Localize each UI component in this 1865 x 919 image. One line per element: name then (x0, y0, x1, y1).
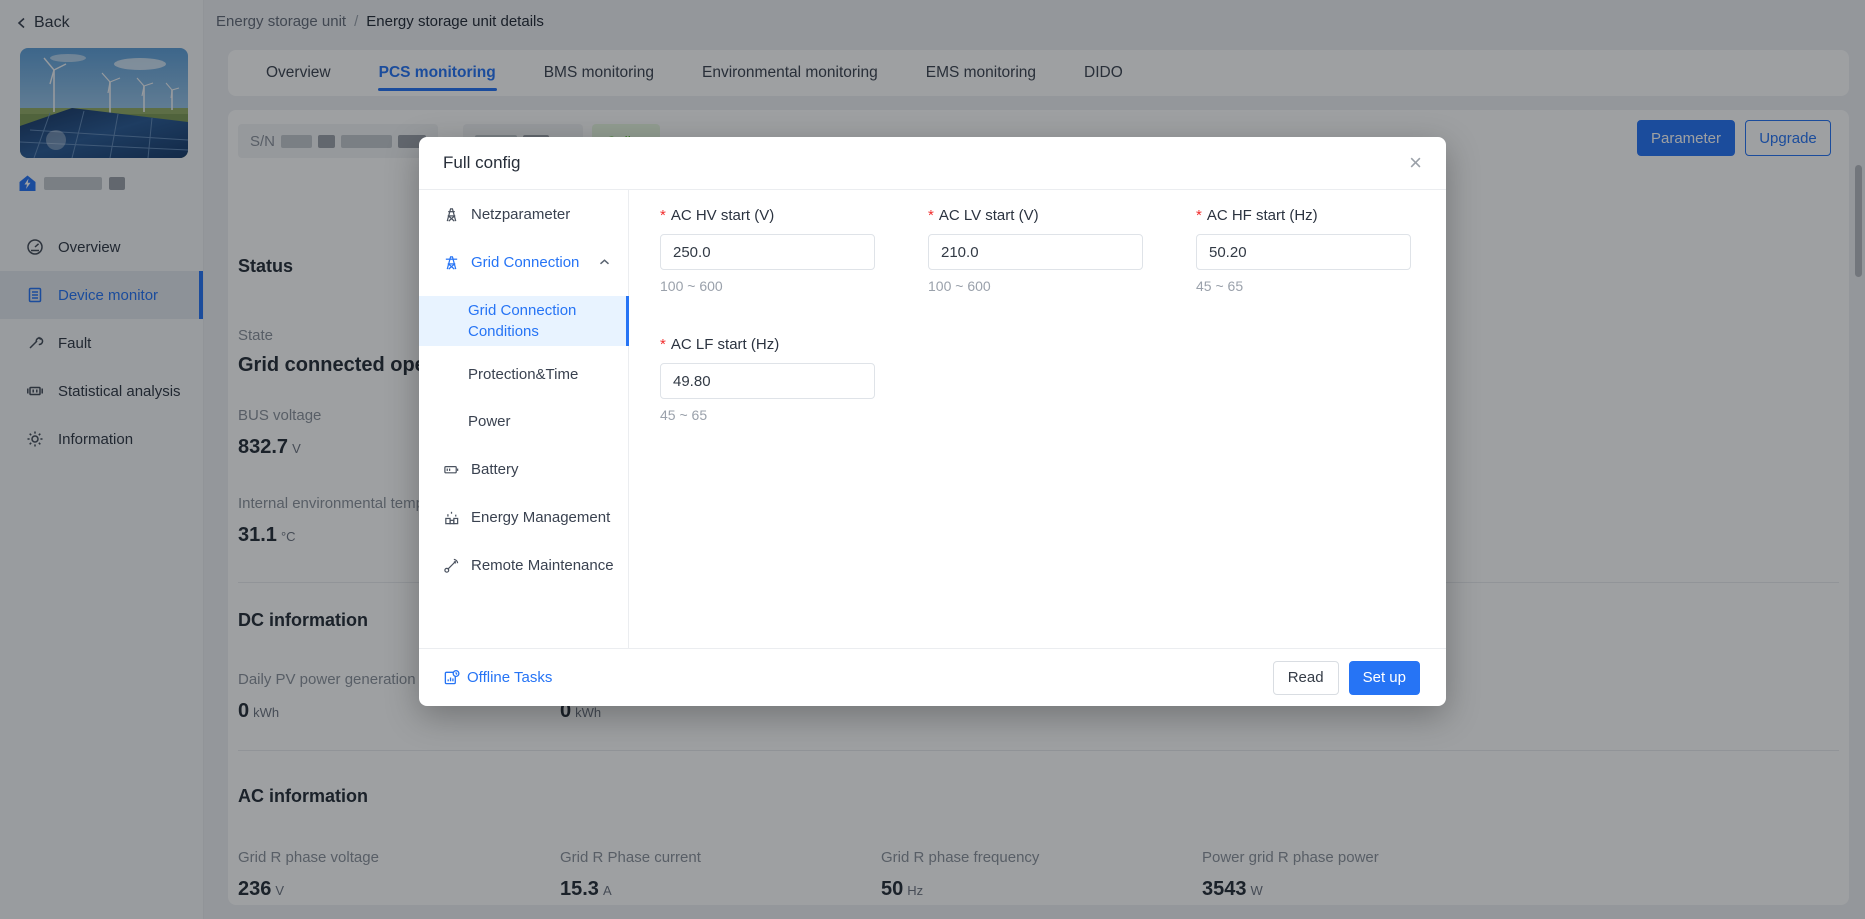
config-subitem-power[interactable]: Power (419, 398, 628, 445)
config-menu: Netzparameter Grid Connection Grid Conne… (419, 190, 629, 648)
config-item-remote-maintenance[interactable]: Remote Maintenance (419, 541, 628, 589)
modal-footer: Offline Tasks Read Set up (419, 648, 1446, 706)
modal-header: Full config × (419, 137, 1446, 190)
config-item-battery[interactable]: Battery (419, 445, 628, 493)
field-label: * AC LV start (V) (928, 207, 1039, 224)
offline-tasks-link[interactable]: Offline Tasks (443, 669, 552, 686)
footer-actions: Read Set up (1272, 660, 1420, 695)
config-item-grid-connection[interactable]: Grid Connection (419, 238, 628, 286)
field-label: * AC LF start (Hz) (660, 336, 780, 353)
field-range-hint: 100 ~ 600 (928, 278, 991, 294)
tower-icon (446, 207, 457, 222)
field-range-hint: 100 ~ 600 (660, 278, 723, 294)
field-ac-hv-start: *AC HV start (V) 100 ~ 600 (660, 200, 875, 294)
required-marker: * (1196, 207, 1202, 224)
config-item-energy-management[interactable]: Energy Management (419, 493, 628, 541)
field-label: * AC HV start (V) (660, 207, 775, 224)
modal-title: Full config (443, 153, 521, 172)
field-range-hint: 45 ~ 65 (660, 407, 708, 423)
field-label: * AC HF start (Hz) (1196, 207, 1318, 224)
energy-management-icon (445, 511, 459, 524)
required-marker: * (660, 336, 666, 353)
full-config-modal: Full config × Netzparameter Grid Connect… (419, 137, 1446, 706)
config-form: *AC HV start (V) 100 ~ 600 *AC LV start … (629, 190, 1446, 648)
config-item-netzparameter[interactable]: Netzparameter (419, 190, 628, 238)
field-ac-hf-start: *AC HF start (Hz) 45 ~ 65 (1196, 200, 1411, 294)
ac-hf-start-input[interactable] (1196, 234, 1411, 270)
remote-maintenance-icon (444, 558, 459, 573)
grid-tower-icon (445, 255, 458, 270)
ac-hv-start-input[interactable] (660, 234, 875, 270)
ac-lv-start-input[interactable] (928, 234, 1143, 270)
field-range-hint: 45 ~ 65 (1196, 278, 1244, 294)
close-icon[interactable]: × (1409, 152, 1422, 174)
battery-icon (444, 465, 459, 473)
field-ac-lv-start: *AC LV start (V) 100 ~ 600 (928, 200, 1143, 294)
setup-button[interactable]: Set up (1348, 660, 1420, 695)
required-marker: * (660, 207, 666, 224)
required-marker: * (928, 207, 934, 224)
chevron-up-icon (599, 258, 610, 266)
ac-lf-start-input[interactable] (660, 363, 875, 399)
offline-tasks-icon (444, 670, 460, 685)
read-button[interactable]: Read (1272, 660, 1339, 695)
config-subitem-protection-time[interactable]: Protection&Time (419, 351, 628, 398)
config-subitem-grid-connection-conditions[interactable]: Grid Connection Conditions (419, 296, 629, 346)
field-ac-lf-start: *AC LF start (Hz) 45 ~ 65 (660, 329, 875, 423)
modal-body: Netzparameter Grid Connection Grid Conne… (419, 190, 1446, 648)
